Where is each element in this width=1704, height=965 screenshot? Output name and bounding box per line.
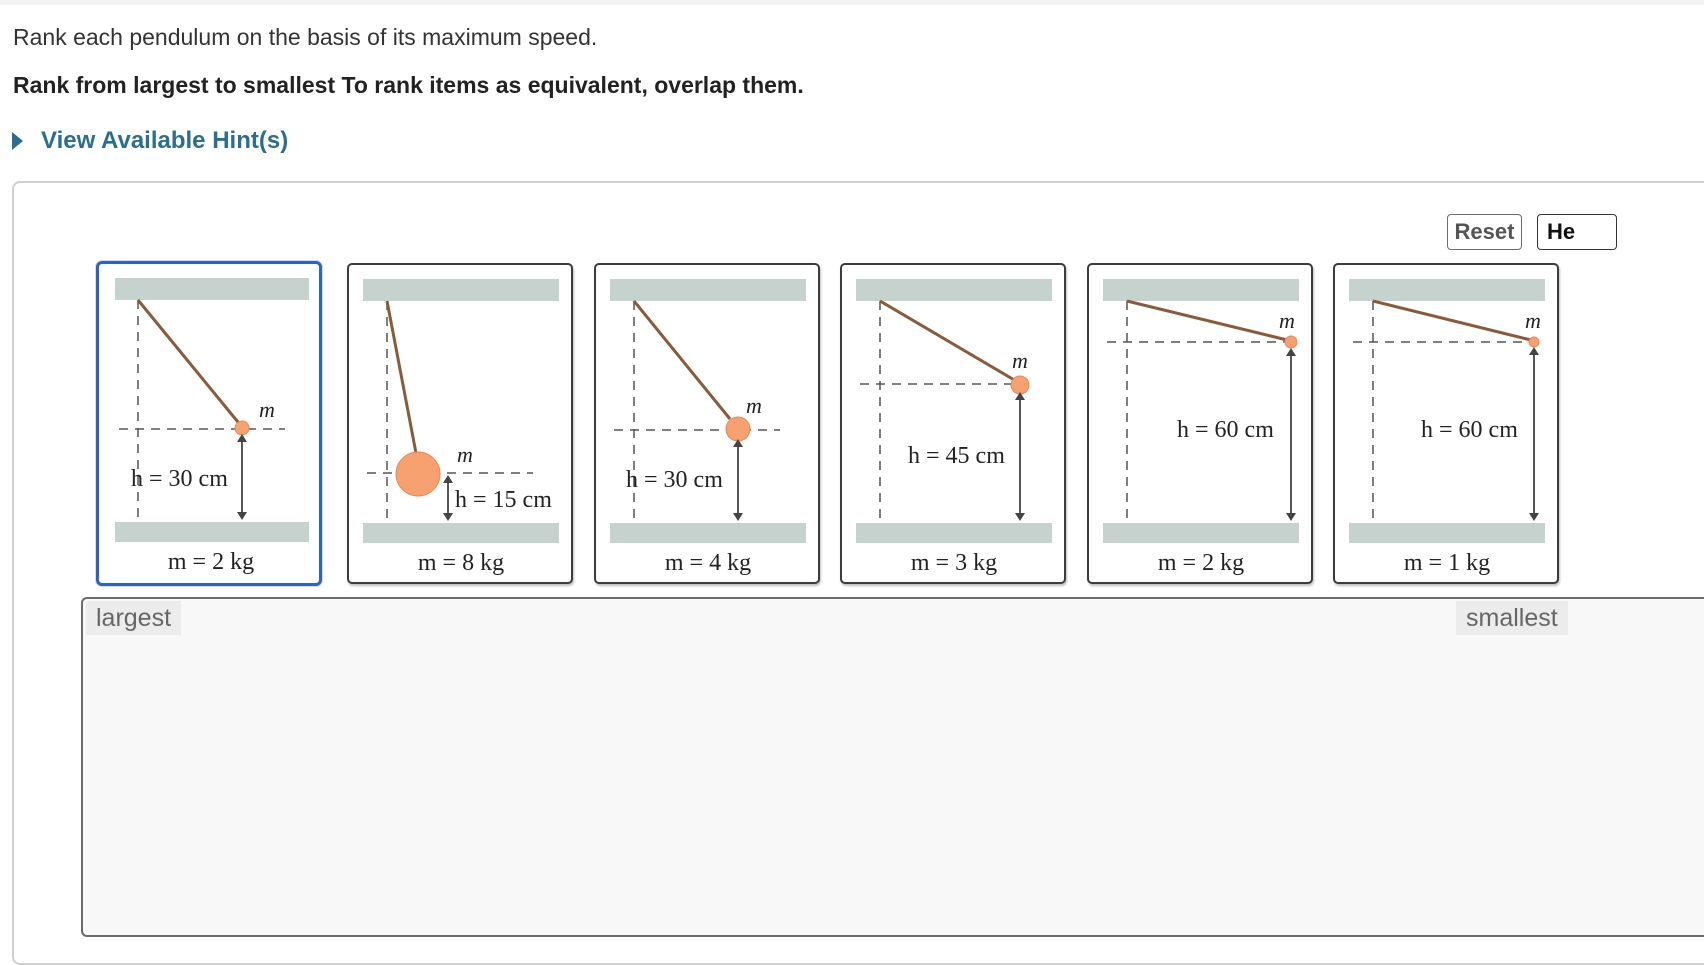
ceiling-bar — [363, 279, 559, 301]
pendulum-bob — [725, 416, 751, 442]
height-label: h = 60 cm — [1421, 417, 1518, 443]
height-label: h = 15 cm — [455, 487, 552, 513]
largest-label: largest — [86, 601, 182, 635]
height-label: h = 60 cm — [1177, 417, 1274, 443]
bob-mass-label: m — [746, 393, 762, 418]
bob-mass-label: m — [1525, 308, 1541, 333]
pendulum-string — [1126, 299, 1288, 342]
caret-right-icon — [12, 132, 23, 150]
smallest-label: smallest — [1456, 601, 1568, 635]
pendulum-diagram: m h = 60 cm m = 1 kg — [1349, 279, 1545, 576]
pendulum-card-2[interactable]: m h = 15 cm m = 8 kg — [347, 263, 573, 584]
mass-label: m = 3 kg — [911, 550, 997, 576]
pendulum-string — [1372, 299, 1532, 342]
floor-bar — [856, 523, 1052, 543]
pendulum-diagram: m h = 30 cm m = 2 kg — [115, 278, 309, 575]
pendulum-diagram: m h = 45 cm m = 3 kg — [856, 279, 1052, 576]
pendulum-string — [632, 300, 732, 420]
pendulum-diagram: m h = 15 cm m = 8 kg — [363, 279, 559, 576]
question-instruction: Rank each pendulum on the basis of its m… — [13, 24, 598, 50]
height-label: h = 30 cm — [626, 467, 723, 493]
top-strip — [0, 0, 1704, 5]
pendulum-card-4[interactable]: m h = 45 cm m = 3 kg — [840, 263, 1066, 584]
ceiling-bar — [115, 278, 309, 300]
pendulum-card-3[interactable]: m h = 30 cm m = 4 kg — [594, 263, 820, 584]
mass-label: m = 8 kg — [418, 550, 504, 576]
pendulum-string — [385, 300, 418, 454]
pendulum-string — [879, 299, 1017, 383]
pendulum-card-5[interactable]: m h = 60 cm m = 2 kg — [1087, 263, 1313, 584]
help-button[interactable]: He — [1537, 214, 1617, 250]
pendulum-string — [136, 299, 244, 428]
ceiling-bar — [1349, 279, 1545, 301]
floor-bar — [1103, 523, 1299, 543]
floor-bar — [115, 522, 309, 542]
bob-mass-label: m — [1012, 348, 1028, 373]
mass-label: m = 2 kg — [1158, 550, 1244, 576]
bob-mass-label: m — [1279, 308, 1295, 333]
pendulum-diagram: m h = 30 cm m = 4 kg — [610, 279, 806, 576]
pendulum-card-6[interactable]: m h = 60 cm m = 1 kg — [1333, 263, 1559, 584]
floor-bar — [610, 523, 806, 543]
bob-mass-label: m — [259, 397, 275, 422]
rank-instruction: Rank from largest to smallest To rank it… — [13, 72, 804, 98]
mass-label: m = 2 kg — [168, 549, 254, 575]
ranking-drop-zone[interactable] — [81, 597, 1704, 937]
pendulum-bob — [1010, 375, 1030, 395]
height-label: h = 30 cm — [131, 466, 228, 492]
view-hints-link[interactable]: View Available Hint(s) — [12, 124, 288, 158]
reset-button[interactable]: Reset — [1447, 214, 1522, 250]
mass-label: m = 4 kg — [665, 550, 751, 576]
floor-bar — [1349, 523, 1545, 543]
view-hints-label: View Available Hint(s) — [41, 127, 289, 154]
floor-bar — [363, 523, 559, 543]
pendulum-bob — [234, 420, 250, 436]
pendulum-bob — [1284, 335, 1298, 349]
bob-mass-label: m — [457, 442, 473, 467]
height-label: h = 45 cm — [908, 443, 1005, 469]
ceiling-bar — [856, 279, 1052, 301]
pendulum-bob — [1528, 336, 1540, 348]
mass-label: m = 1 kg — [1404, 550, 1490, 576]
ceiling-bar — [1103, 279, 1299, 301]
pendulum-card-1[interactable]: m h = 30 cm m = 2 kg — [96, 261, 322, 586]
ceiling-bar — [610, 279, 806, 301]
pendulum-diagram: m h = 60 cm m = 2 kg — [1103, 279, 1299, 576]
pendulum-bob — [395, 451, 441, 497]
